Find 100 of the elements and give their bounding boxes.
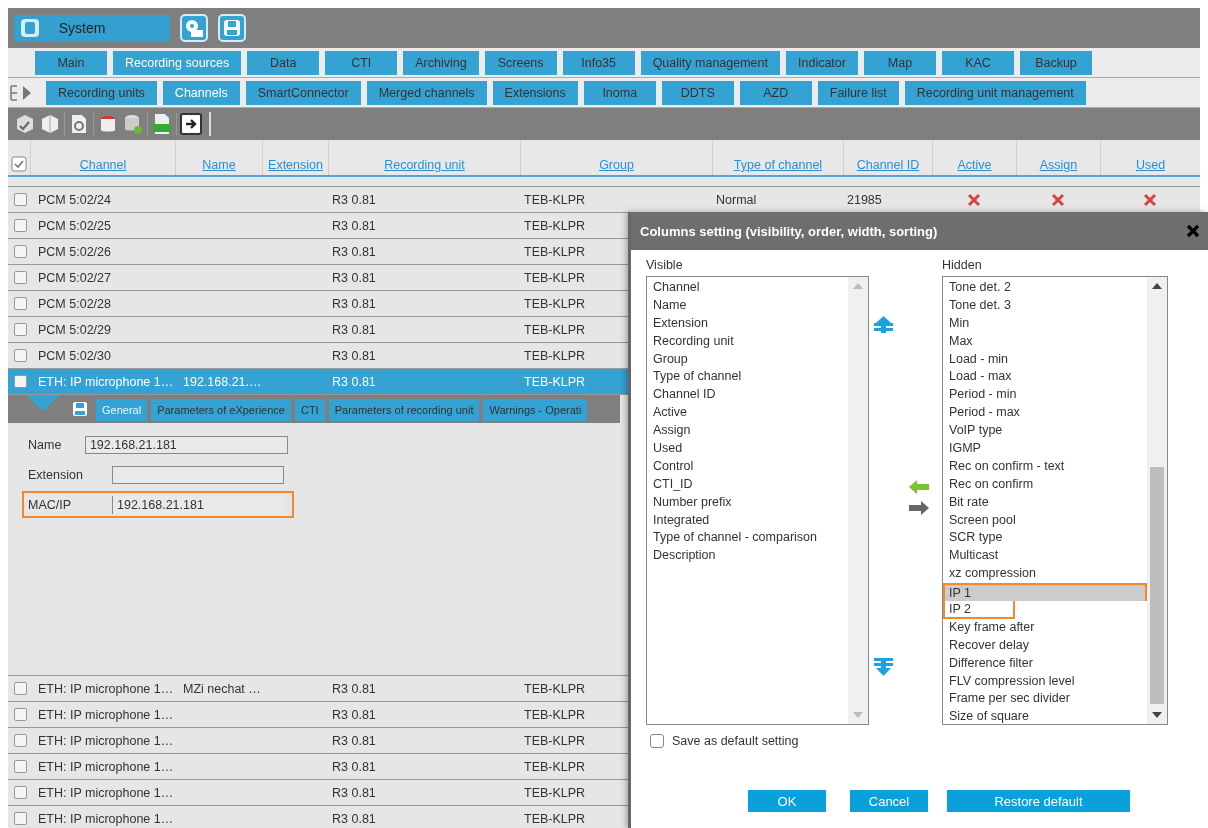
list-item[interactable]: Number prefix — [647, 493, 848, 512]
nav-tab[interactable]: Quality management — [640, 51, 780, 75]
database-add-icon[interactable] — [122, 113, 144, 135]
row-checkbox[interactable] — [14, 375, 27, 388]
table-cell-text: R3 0.81 — [331, 759, 376, 774]
nav-tab[interactable]: Main — [35, 51, 107, 75]
list-item[interactable]: Screen pool — [943, 511, 1147, 530]
list-item[interactable]: Rec on confirm — [943, 475, 1147, 494]
list-item[interactable]: xz compression — [943, 565, 1147, 584]
text-field[interactable] — [112, 465, 284, 484]
nav-tab[interactable]: Data — [247, 51, 320, 75]
row-checkbox[interactable] — [14, 786, 27, 799]
row-checkbox[interactable] — [14, 349, 27, 362]
scroll-down-icon[interactable] — [1152, 712, 1162, 718]
sub-tab[interactable]: Inoma — [583, 81, 656, 105]
close-icon[interactable] — [1186, 224, 1200, 238]
table-cell-text: TEB-KLPR — [523, 707, 586, 722]
table-cell-text: TEB-KLPR — [523, 348, 586, 363]
list-box[interactable] — [942, 276, 1168, 725]
list-item[interactable]: Load - min — [943, 350, 1147, 369]
list-item[interactable]: Assign — [647, 422, 848, 440]
row-checkbox[interactable] — [14, 271, 27, 284]
sub-tab[interactable]: Recording unit management — [904, 81, 1086, 105]
list-item[interactable]: IP 2 — [943, 601, 1015, 619]
list-item[interactable]: Size of square — [943, 708, 1147, 724]
scroll-up-icon[interactable] — [1152, 283, 1162, 289]
detail-tab[interactable]: Parameters of eXperience — [151, 399, 291, 421]
nav-tab[interactable]: Screens — [484, 51, 557, 75]
list-item[interactable]: Used — [647, 440, 848, 458]
nav-tab[interactable]: CTI — [325, 51, 398, 75]
list-box[interactable]: Channel Name Extension Recording unit Group Type of channel Channel ID Active Assign Used Control CTI_ID Number prefix Integrated Type of channel - comparison Description — [646, 276, 869, 725]
list-item[interactable]: Control — [647, 457, 848, 476]
row-checkbox[interactable] — [14, 734, 27, 747]
list-item[interactable]: Integrated — [647, 511, 848, 530]
list-item[interactable]: Description — [647, 547, 848, 566]
list-item[interactable]: VoIP type — [943, 422, 1147, 440]
row-checkbox[interactable] — [14, 193, 27, 206]
row-checkbox[interactable] — [14, 760, 27, 773]
nav-tab[interactable]: Backup — [1020, 51, 1092, 75]
list-item[interactable]: SCR type — [943, 529, 1147, 548]
nav-tab[interactable]: Indicator — [786, 51, 858, 75]
list-item[interactable]: Multicast — [943, 547, 1147, 566]
list-item[interactable]: Tone det. 3 — [943, 296, 1147, 315]
row-checkbox[interactable] — [14, 812, 27, 825]
monitor-icon[interactable] — [180, 14, 208, 42]
nav-tab[interactable]: KAC — [942, 51, 1014, 75]
list-item[interactable]: Min — [943, 314, 1147, 333]
scrollbar[interactable] — [1147, 277, 1167, 724]
list-item[interactable]: Type of channel - comparison — [647, 529, 848, 548]
list-item[interactable]: Group — [647, 350, 848, 369]
csv-file-icon[interactable] — [151, 113, 173, 135]
list-item[interactable]: Key frame after — [943, 618, 1147, 637]
row-checkbox[interactable] — [14, 245, 27, 258]
list-item[interactable]: Active — [647, 404, 848, 423]
nav-tab[interactable]: Archiving — [403, 51, 479, 75]
save-icon[interactable] — [72, 401, 88, 417]
cube-check-icon[interactable] — [14, 113, 36, 135]
table-cell-text: R3 0.81 — [331, 811, 376, 826]
move-to-top-icon[interactable] — [874, 316, 893, 333]
list-item[interactable]: Recover delay — [943, 636, 1147, 655]
row-checkbox[interactable] — [14, 323, 27, 336]
table-row[interactable]: PCM 5:02/24 R3 0.81 TEB-KLPR Normal 21985 — [8, 187, 1200, 213]
arrow-left-icon[interactable] — [909, 480, 929, 494]
sub-tab[interactable]: Merged channels — [366, 81, 487, 105]
list-item[interactable]: Bit rate — [943, 493, 1147, 512]
list-item[interactable]: IP 1 — [943, 583, 1147, 602]
list-item[interactable]: IGMP — [943, 440, 1147, 458]
cube-icon[interactable] — [39, 113, 61, 135]
arrow-right-icon[interactable] — [909, 501, 929, 515]
text-field[interactable]: 192.168.21.181 — [84, 435, 288, 454]
checkbox[interactable] — [650, 734, 664, 748]
row-checkbox[interactable] — [14, 708, 27, 721]
table-cell-text: R3 0.81 — [331, 374, 376, 389]
checkbox-icon[interactable] — [11, 156, 27, 172]
save-icon[interactable] — [218, 14, 246, 42]
list-item[interactable]: Type of channel — [647, 368, 848, 387]
list-item[interactable]: Name — [647, 296, 848, 315]
row-checkbox[interactable] — [14, 297, 27, 310]
row-checkbox[interactable] — [14, 682, 27, 695]
list-item[interactable]: CTI_ID — [647, 475, 848, 494]
list-item[interactable]: Rec on confirm - text — [943, 457, 1147, 476]
row-checkbox[interactable] — [14, 219, 27, 232]
list-item[interactable]: Load - max — [943, 368, 1147, 387]
sub-tab[interactable]: SmartConnector — [245, 81, 361, 105]
sub-tab[interactable]: AZD — [739, 81, 812, 105]
move-to-bottom-icon[interactable] — [874, 658, 893, 676]
detail-tab[interactable]: Parameters of recording unit — [328, 399, 480, 421]
sub-tab[interactable]: DDTS — [661, 81, 734, 105]
detail-tab[interactable]: Warnings - Operati — [483, 399, 588, 421]
list-item[interactable]: Extension — [647, 314, 848, 333]
module-button[interactable]: System — [14, 15, 170, 41]
nav-tab[interactable]: Info35 — [562, 51, 635, 75]
detail-tab[interactable]: CTI — [294, 399, 325, 421]
sub-tab[interactable]: Failure list — [817, 81, 899, 105]
export-icon[interactable] — [180, 113, 202, 135]
list-item[interactable]: Period - max — [943, 404, 1147, 423]
sub-tab[interactable]: Extensions — [492, 81, 578, 105]
nav-tab[interactable]: Map — [864, 51, 936, 75]
sub-tab[interactable]: Recording units — [46, 81, 157, 105]
list-item[interactable]: Difference filter — [943, 654, 1147, 673]
